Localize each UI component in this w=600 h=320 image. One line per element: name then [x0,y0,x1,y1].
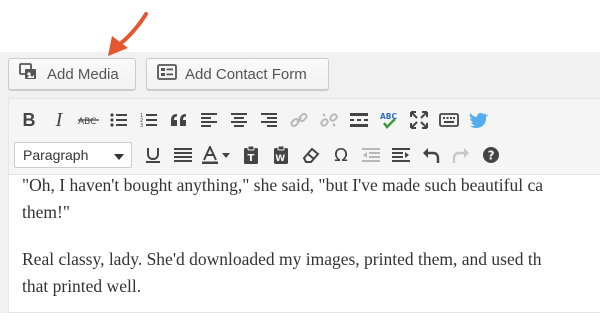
justify-icon[interactable] [168,140,198,170]
redo-icon[interactable] [446,140,476,170]
text-line: Real classy, lady. She'd downloaded my i… [22,249,542,269]
clear-formatting-icon[interactable] [296,140,326,170]
outdent-icon[interactable] [356,140,386,170]
chevron-down-icon [114,147,124,163]
annotation-arrow [108,12,148,56]
align-center-icon[interactable] [224,105,254,135]
underline-icon[interactable] [138,140,168,170]
add-media-label: Add Media [47,65,119,83]
page-header-area [0,0,600,52]
paste-as-text-icon[interactable]: T [236,140,266,170]
toolbar-row-1: B I ABC 123 ABC [14,105,494,135]
format-select[interactable]: Paragraph [14,142,132,168]
fullscreen-icon[interactable] [404,105,434,135]
align-right-icon[interactable] [254,105,284,135]
italic-icon[interactable]: I [44,105,74,135]
paragraph: Real classy, lady. She'd downloaded my i… [22,246,600,300]
indent-icon[interactable] [386,140,416,170]
contact-form-icon [157,64,177,84]
read-more-icon[interactable] [344,105,374,135]
svg-text:W: W [275,154,285,164]
toolbar-toggle-icon[interactable] [434,105,464,135]
blockquote-icon[interactable] [164,105,194,135]
text-line: that printed well. [22,276,142,296]
text-line: them!" [22,202,70,222]
toolbar-row-2: Paragraph T W Ω ? [14,140,506,170]
svg-text:?: ? [488,149,495,163]
help-icon[interactable]: ? [476,140,506,170]
insert-link-icon[interactable] [284,105,314,135]
remove-link-icon[interactable] [314,105,344,135]
twitter-icon[interactable] [464,105,494,135]
align-left-icon[interactable] [194,105,224,135]
strikethrough-icon[interactable]: ABC [74,105,104,135]
numbered-list-icon[interactable]: 123 [134,105,164,135]
bulleted-list-icon[interactable] [104,105,134,135]
svg-text:ABC: ABC [78,117,96,126]
paste-from-word-icon[interactable]: W [266,140,296,170]
add-contact-form-button[interactable]: Add Contact Form [146,58,329,90]
text-line: "Oh, I haven't bought anything," she sai… [22,175,544,195]
format-select-value: Paragraph [23,147,89,163]
paragraph: "Oh, I haven't bought anything," she sai… [22,172,600,226]
text-color-icon[interactable] [198,140,236,170]
svg-text:T: T [248,153,255,164]
bold-icon[interactable]: B [14,105,44,135]
undo-icon[interactable] [416,140,446,170]
spellcheck-icon[interactable]: ABC [374,105,404,135]
add-contact-form-label: Add Contact Form [185,65,307,83]
special-character-icon[interactable]: Ω [326,140,356,170]
add-media-button[interactable]: Add Media [8,58,136,90]
add-media-icon [19,63,39,85]
svg-text:3: 3 [140,123,143,128]
editor-content[interactable]: "Oh, I haven't bought anything," she sai… [22,172,600,320]
